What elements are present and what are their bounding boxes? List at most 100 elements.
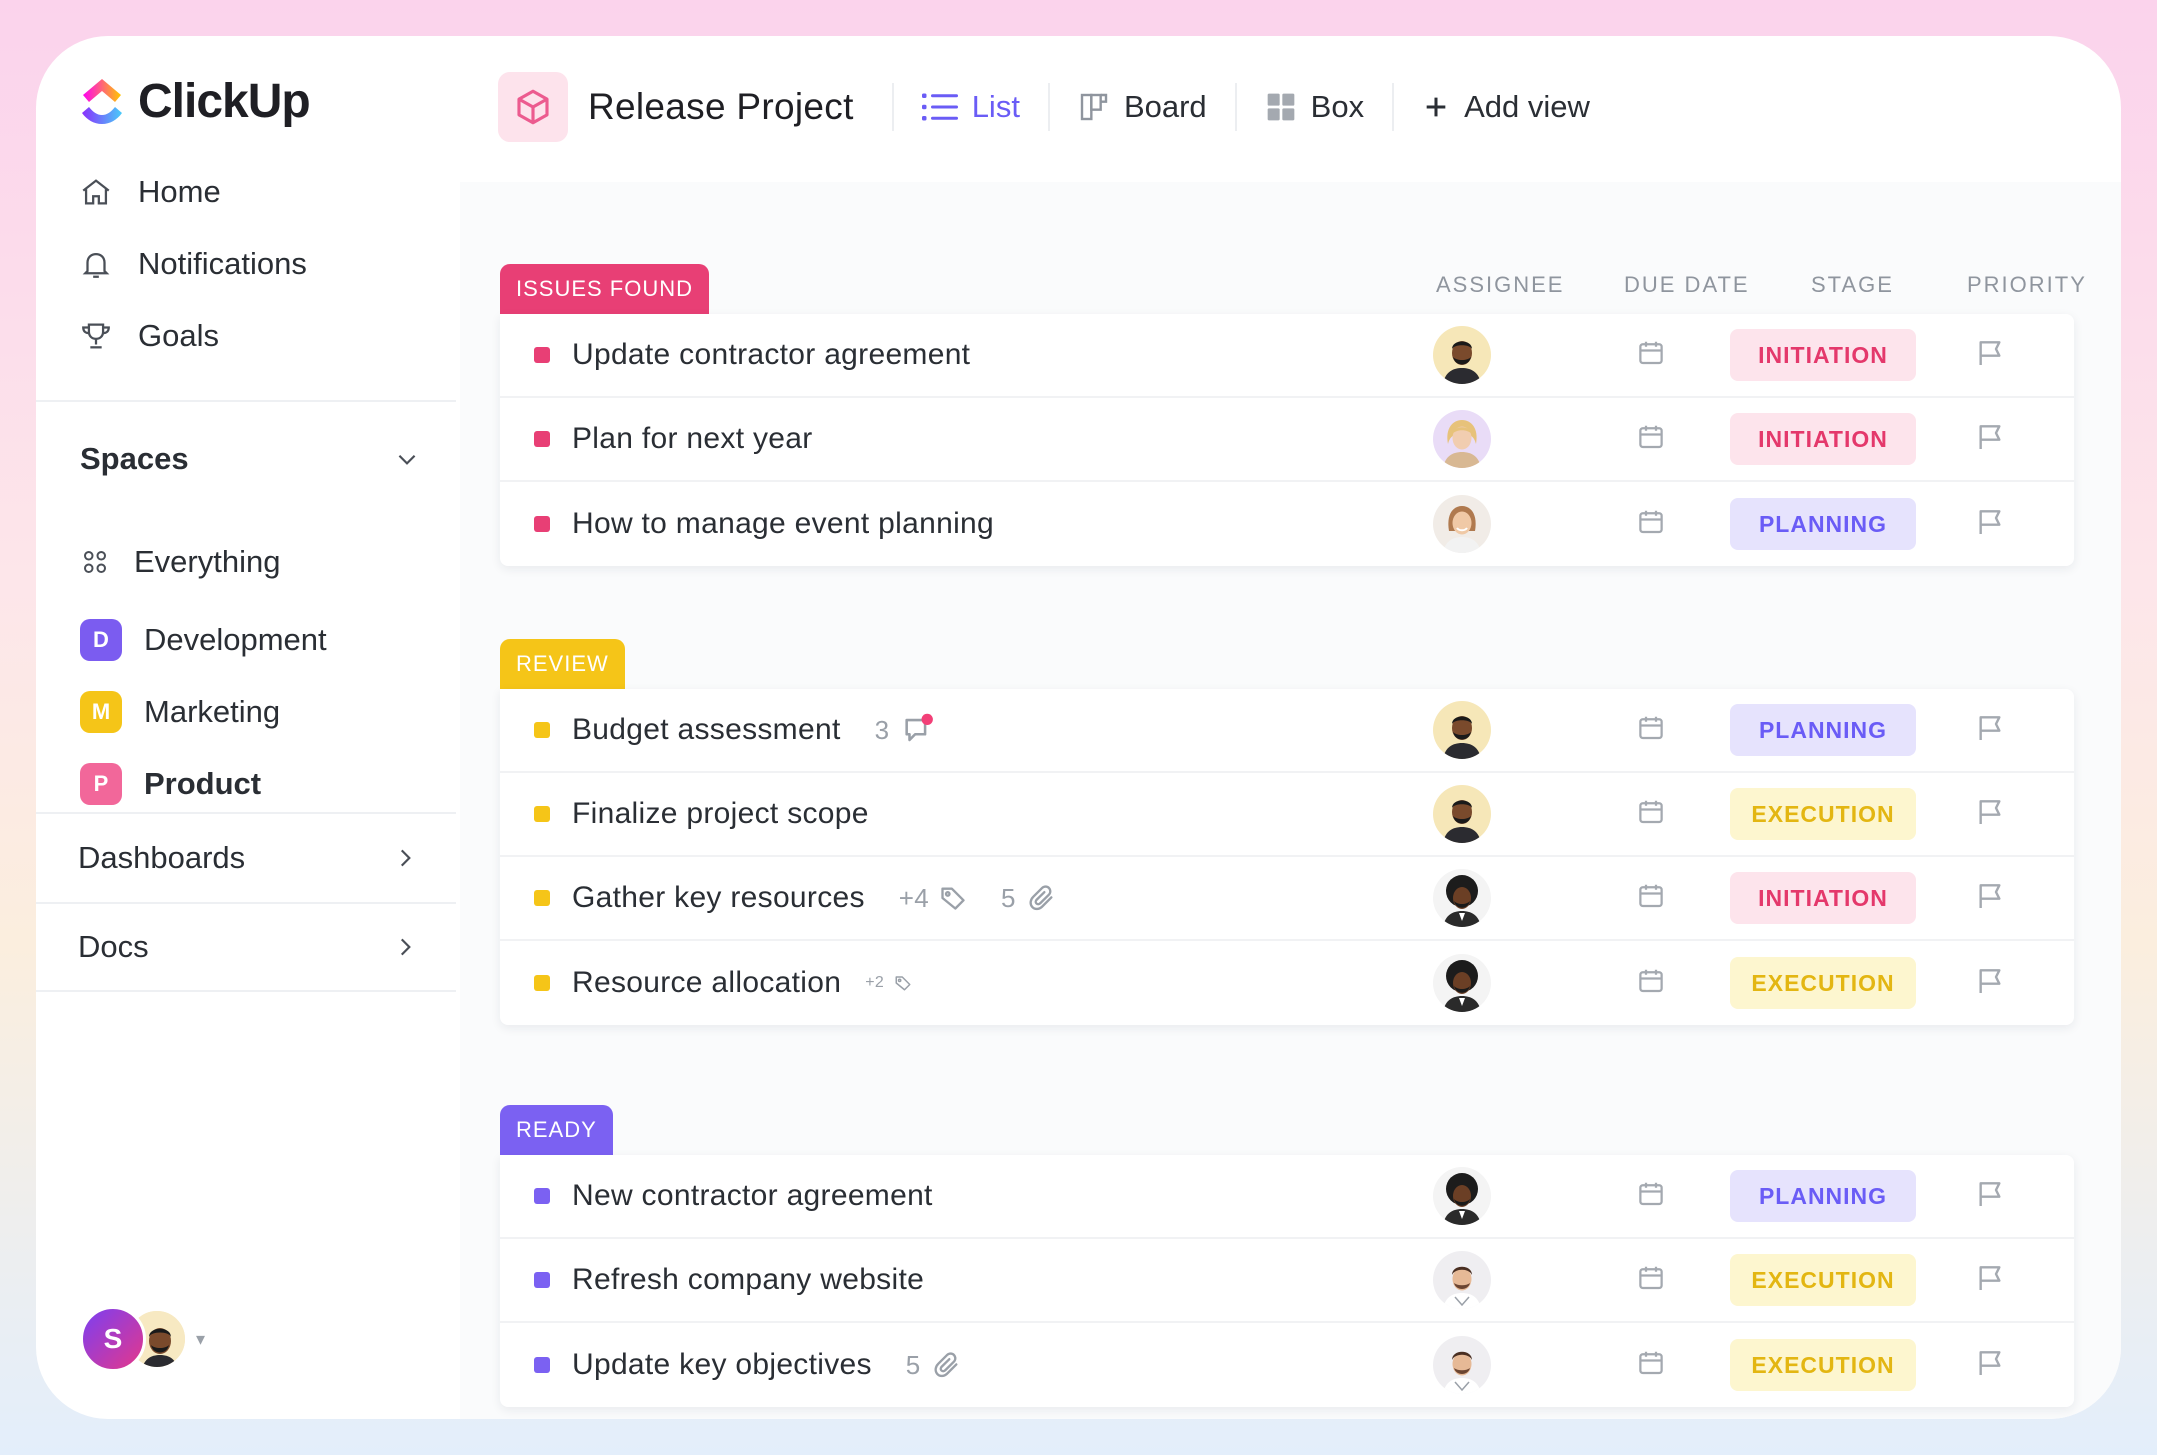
avatar[interactable] (1433, 954, 1491, 1012)
table-row[interactable]: Gather key resources +4 5 INITIATION (500, 857, 2074, 941)
calendar-icon[interactable] (1636, 422, 1666, 457)
avatar[interactable] (1433, 701, 1491, 759)
stage-badge[interactable]: EXECUTION (1730, 1339, 1916, 1391)
stage-badge[interactable]: EXECUTION (1730, 957, 1916, 1009)
avatar[interactable] (1433, 869, 1491, 927)
group-status-tag[interactable]: READY (500, 1105, 613, 1155)
calendar-icon[interactable] (1636, 966, 1666, 1001)
status-dot[interactable] (534, 431, 550, 447)
user-menu[interactable]: S ▾ (80, 1306, 205, 1372)
sidebar-item-docs[interactable]: Docs (78, 929, 418, 965)
column-header-assignee[interactable]: ASSIGNEE (1436, 272, 1564, 298)
table-row[interactable]: How to manage event planning PLANNING (500, 482, 2074, 566)
status-dot[interactable] (534, 890, 550, 906)
flag-icon[interactable] (1974, 506, 2006, 543)
status-dot[interactable] (534, 1272, 550, 1288)
stage-badge[interactable]: INITIATION (1730, 329, 1916, 381)
flag-icon[interactable] (1974, 880, 2006, 917)
calendar-icon[interactable] (1636, 713, 1666, 748)
avatar[interactable] (1433, 1167, 1491, 1225)
stage-badge[interactable]: EXECUTION (1730, 788, 1916, 840)
avatar[interactable] (1433, 785, 1491, 843)
sidebar-item-product[interactable]: P Product (80, 748, 327, 820)
sidebar-item-everything[interactable]: Everything (78, 526, 327, 598)
sidebar-item-development[interactable]: D Development (80, 604, 327, 676)
calendar-icon[interactable] (1636, 507, 1666, 542)
sidebar-item-marketing[interactable]: M Marketing (80, 676, 327, 748)
calendar-icon[interactable] (1636, 881, 1666, 916)
clickup-logo[interactable]: ClickUp (78, 74, 311, 129)
task-name[interactable]: How to manage event planning (572, 507, 994, 541)
stage-badge[interactable]: EXECUTION (1730, 1254, 1916, 1306)
avatar[interactable] (1433, 495, 1491, 553)
sidebar-item-home[interactable]: Home (78, 156, 307, 228)
add-view-button[interactable]: Add view (1422, 89, 1590, 125)
status-dot[interactable] (534, 722, 550, 738)
flag-icon[interactable] (1974, 1178, 2006, 1215)
tag-count[interactable]: +2 (865, 974, 912, 992)
status-dot[interactable] (534, 347, 550, 363)
status-dot[interactable] (534, 1357, 550, 1373)
column-header-stage[interactable]: STAGE (1811, 272, 1894, 298)
table-row[interactable]: Budget assessment 3 PLANNING (500, 689, 2074, 773)
group-status-tag[interactable]: REVIEW (500, 639, 625, 689)
stage-badge[interactable]: INITIATION (1730, 872, 1916, 924)
task-name[interactable]: New contractor agreement (572, 1179, 933, 1213)
tab-list[interactable]: List (921, 89, 1020, 125)
status-dot[interactable] (534, 975, 550, 991)
table-row[interactable]: Plan for next year INITIATION (500, 398, 2074, 482)
avatar[interactable] (1433, 410, 1491, 468)
flag-icon[interactable] (1974, 337, 2006, 374)
task-name[interactable]: Refresh company website (572, 1263, 924, 1297)
sidebar-item-dashboards[interactable]: Dashboards (78, 840, 418, 876)
table-row[interactable]: Resource allocation +2 EXECUTION (500, 941, 2074, 1025)
task-name[interactable]: Gather key resources +4 5 (572, 881, 1056, 915)
calendar-icon[interactable] (1636, 797, 1666, 832)
task-name[interactable]: Finalize project scope (572, 797, 869, 831)
avatar[interactable] (1433, 326, 1491, 384)
task-name[interactable]: Resource allocation +2 (572, 966, 912, 1000)
status-dot[interactable] (534, 1188, 550, 1204)
calendar-icon[interactable] (1636, 1263, 1666, 1298)
task-name[interactable]: Update key objectives 5 (572, 1348, 961, 1382)
sidebar-item-goals[interactable]: Goals (78, 300, 307, 372)
flag-icon[interactable] (1974, 1347, 2006, 1384)
tag-icon (888, 974, 912, 992)
flag-icon[interactable] (1974, 1262, 2006, 1299)
status-dot[interactable] (534, 806, 550, 822)
table-row[interactable]: Refresh company website EXECUTION (500, 1239, 2074, 1323)
attachment-count[interactable]: 5 (906, 1350, 961, 1381)
comment-count[interactable]: 3 (875, 713, 936, 747)
avatar[interactable] (1433, 1336, 1491, 1394)
stage-badge[interactable]: INITIATION (1730, 413, 1916, 465)
flag-icon[interactable] (1974, 965, 2006, 1002)
task-name[interactable]: Update contractor agreement (572, 338, 970, 372)
tab-board[interactable]: Board (1078, 89, 1207, 125)
flag-icon[interactable] (1974, 796, 2006, 833)
stage-badge[interactable]: PLANNING (1730, 704, 1916, 756)
calendar-icon[interactable] (1636, 1179, 1666, 1214)
table-row[interactable]: Update key objectives 5 EXECUTION (500, 1323, 2074, 1407)
task-name[interactable]: Budget assessment 3 (572, 713, 935, 747)
column-header-priority[interactable]: PRIORITY (1967, 272, 2087, 298)
avatar[interactable] (1433, 1251, 1491, 1309)
sidebar-item-notifications[interactable]: Notifications (78, 228, 307, 300)
status-dot[interactable] (534, 516, 550, 532)
attachment-count[interactable]: 5 (1001, 883, 1056, 914)
tag-count[interactable]: +4 (899, 883, 967, 914)
tab-box[interactable]: Box (1265, 89, 1364, 125)
stage-badge[interactable]: PLANNING (1730, 498, 1916, 550)
chevron-down-icon[interactable] (394, 446, 420, 472)
calendar-icon[interactable] (1636, 338, 1666, 373)
spaces-header[interactable]: Spaces (80, 441, 420, 477)
flag-icon[interactable] (1974, 712, 2006, 749)
group-status-tag[interactable]: ISSUES FOUND (500, 264, 710, 314)
stage-badge[interactable]: PLANNING (1730, 1170, 1916, 1222)
calendar-icon[interactable] (1636, 1348, 1666, 1383)
table-row[interactable]: New contractor agreement PLANNING (500, 1155, 2074, 1239)
table-row[interactable]: Finalize project scope EXECUTION (500, 773, 2074, 857)
table-row[interactable]: Update contractor agreement INITIATION (500, 314, 2074, 398)
flag-icon[interactable] (1974, 421, 2006, 458)
task-name[interactable]: Plan for next year (572, 422, 813, 456)
column-header-due-date[interactable]: DUE DATE (1624, 272, 1750, 298)
